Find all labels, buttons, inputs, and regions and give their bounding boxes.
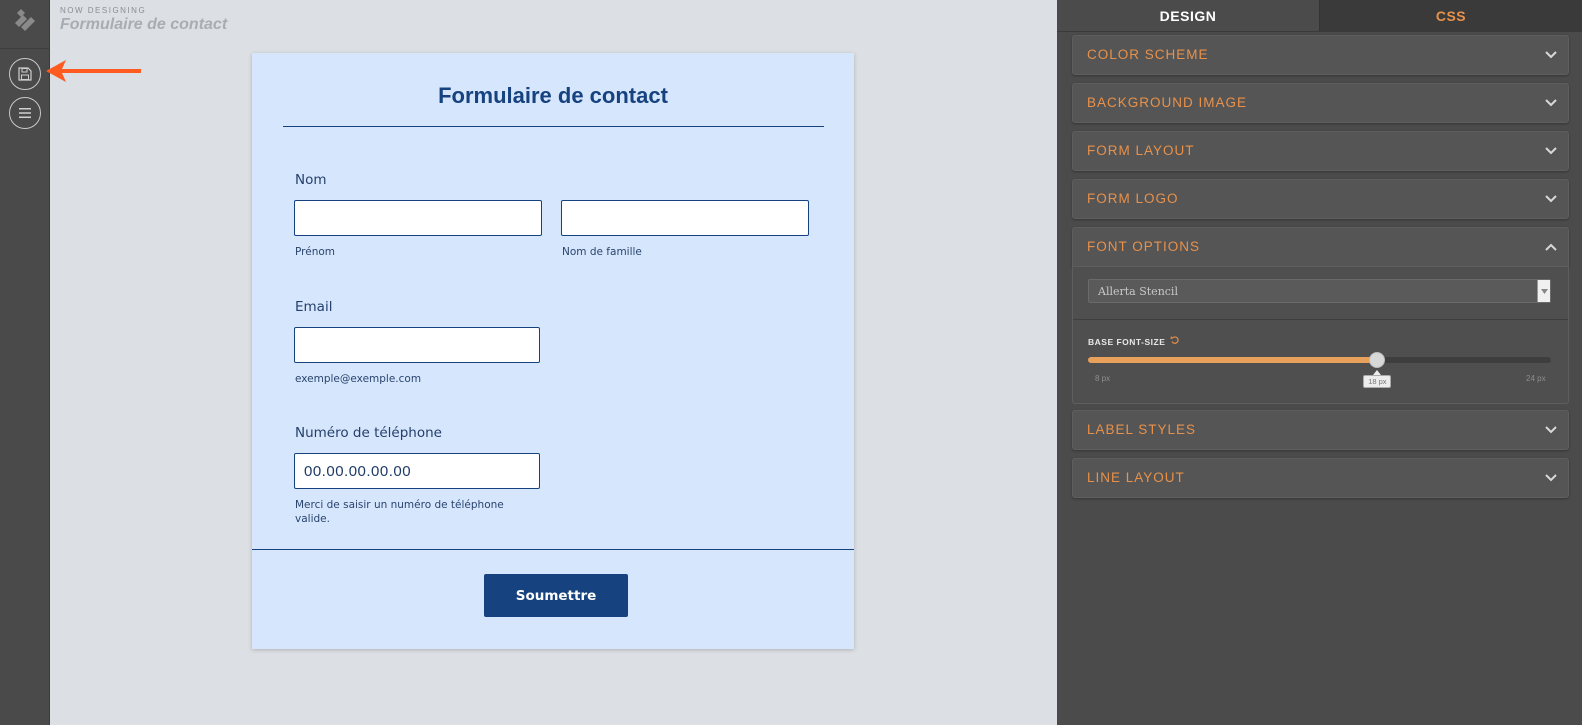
- phone-sublabel: Merci de saisir un numéro de téléphone v…: [295, 498, 504, 526]
- section-label: FORM LOGO: [1087, 191, 1179, 206]
- chevron-down-icon: [1545, 99, 1557, 107]
- font-family-value: Allerta Stencil: [1098, 285, 1178, 298]
- font-options-divider: [1073, 319, 1568, 320]
- phone-sublabel-line1: Merci de saisir un numéro de téléphone: [295, 499, 504, 511]
- chevron-down-icon: [1545, 51, 1557, 59]
- phone-label[interactable]: Numéro de téléphone: [295, 425, 442, 441]
- select-caret-icon[interactable]: [1537, 280, 1550, 302]
- title-divider: [283, 126, 824, 127]
- email-input[interactable]: [294, 327, 540, 363]
- font-size-slider-thumb[interactable]: [1369, 352, 1386, 368]
- section-label: LABEL STYLES: [1087, 422, 1197, 437]
- section-label: FONT OPTIONS: [1087, 239, 1201, 254]
- section-line-layout[interactable]: LINE LAYOUT: [1072, 458, 1569, 498]
- slider-min-label: 8 px: [1095, 374, 1111, 383]
- save-button[interactable]: [9, 58, 41, 90]
- footer-divider: [252, 549, 854, 550]
- annotation-arrow-icon: [44, 58, 144, 88]
- first-name-input[interactable]: [294, 200, 542, 236]
- section-label: BACKGROUND IMAGE: [1087, 95, 1248, 110]
- design-panel: DESIGN CSS COLOR SCHEME BACKGROUND IMAGE…: [1057, 0, 1582, 725]
- reset-icon[interactable]: [1170, 335, 1180, 345]
- phone-input[interactable]: 00.00.00.00.00: [294, 453, 540, 489]
- chevron-down-icon: [1545, 195, 1557, 203]
- slider-max-label: 24 px: [1526, 374, 1546, 383]
- section-color-scheme[interactable]: COLOR SCHEME: [1072, 35, 1569, 75]
- section-label-styles[interactable]: LABEL STYLES: [1072, 410, 1569, 450]
- form-title[interactable]: Formulaire de contact: [252, 83, 854, 109]
- phone-sublabel-line2: valide.: [295, 513, 330, 525]
- font-family-select[interactable]: Allerta Stencil: [1088, 279, 1551, 303]
- slider-value-bubble: 18 px: [1363, 375, 1392, 388]
- email-label[interactable]: Email: [295, 299, 332, 315]
- font-size-slider-fill: [1088, 357, 1378, 363]
- logo-icon[interactable]: [13, 9, 37, 33]
- tab-design[interactable]: DESIGN: [1057, 0, 1319, 31]
- rail-divider: [0, 48, 50, 49]
- form-card: Formulaire de contact Nom Prénom Nom de …: [252, 53, 854, 649]
- header-subtitle: NOW DESIGNING: [60, 6, 147, 15]
- chevron-down-icon: [1545, 426, 1557, 434]
- name-label[interactable]: Nom: [295, 172, 327, 188]
- chevron-up-icon: [1545, 243, 1557, 251]
- first-name-sublabel: Prénom: [295, 246, 336, 258]
- tab-divider: [1057, 31, 1582, 32]
- submit-button[interactable]: Soumettre: [484, 574, 628, 617]
- save-icon: [18, 67, 32, 81]
- section-form-logo[interactable]: FORM LOGO: [1072, 179, 1569, 219]
- base-font-size-label: BASE FONT-SIZE: [1088, 337, 1166, 347]
- section-label: LINE LAYOUT: [1087, 470, 1185, 485]
- menu-icon: [19, 108, 31, 118]
- last-name-sublabel: Nom de famille: [562, 246, 642, 258]
- chevron-down-icon: [1545, 147, 1557, 155]
- section-form-layout[interactable]: FORM LAYOUT: [1072, 131, 1569, 171]
- section-background-image[interactable]: BACKGROUND IMAGE: [1072, 83, 1569, 123]
- font-size-slider-track[interactable]: [1088, 357, 1551, 363]
- section-label: FORM LAYOUT: [1087, 143, 1195, 158]
- menu-button[interactable]: [9, 97, 41, 129]
- section-font-options[interactable]: FONT OPTIONS: [1072, 227, 1569, 267]
- font-options-body: Allerta Stencil BASE FONT-SIZE 8 px 24 p…: [1072, 267, 1569, 404]
- header-form-title: Formulaire de contact: [60, 16, 228, 33]
- last-name-input[interactable]: [561, 200, 809, 236]
- left-rail: [0, 0, 50, 725]
- chevron-down-icon: [1545, 474, 1557, 482]
- section-label: COLOR SCHEME: [1087, 47, 1209, 62]
- tab-css[interactable]: CSS: [1319, 0, 1582, 31]
- email-sublabel: exemple@exemple.com: [295, 373, 422, 385]
